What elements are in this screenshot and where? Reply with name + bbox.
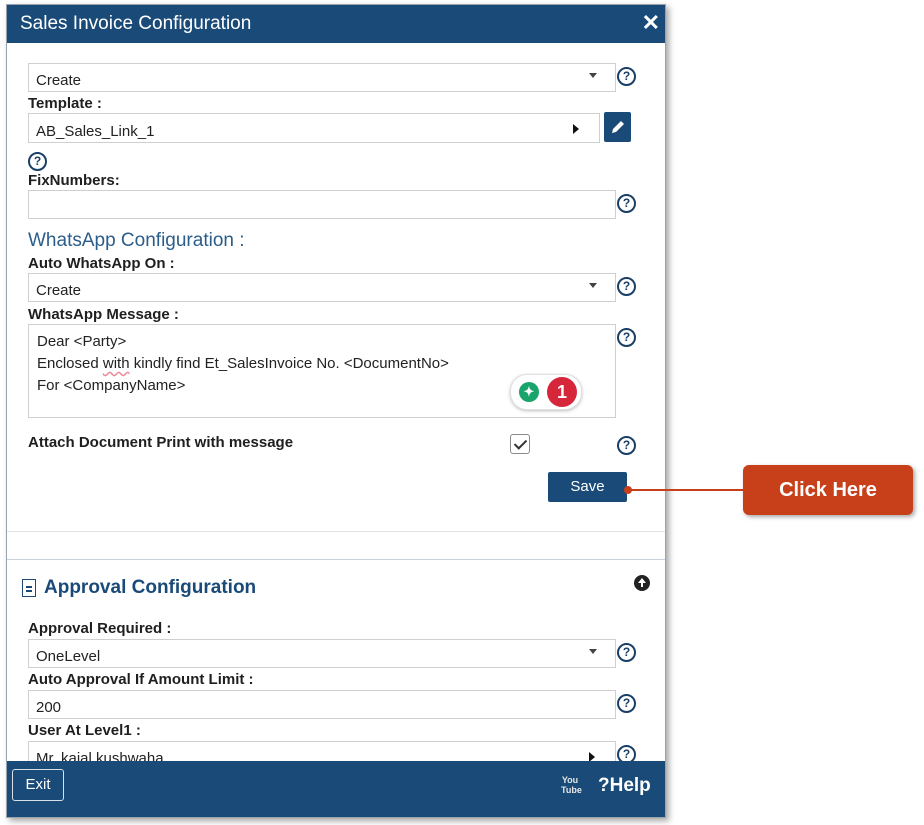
help-link[interactable]: ?Help <box>598 775 651 797</box>
amount-limit-value: 200 <box>36 699 62 716</box>
help-icon[interactable]: ? <box>617 67 636 86</box>
fixnumbers-label: FixNumbers: <box>28 172 120 189</box>
chevron-right-icon <box>573 124 579 134</box>
auto-whatsapp-label: Auto WhatsApp On : <box>28 255 175 272</box>
auto-whatsapp-dropdown[interactable]: Create <box>28 273 616 302</box>
message-line-1: Dear <Party> <box>37 333 127 350</box>
whatsapp-section-title: WhatsApp Configuration : <box>28 230 245 251</box>
template-selector[interactable]: AB_Sales_Link_1 <box>28 113 600 143</box>
spell-error-word: with <box>102 355 130 372</box>
document-icon <box>22 579 36 597</box>
section-divider <box>7 531 665 532</box>
fixnumbers-input[interactable] <box>28 190 616 219</box>
help-icon[interactable]: ? <box>617 694 636 713</box>
help-icon[interactable]: ? <box>617 745 636 761</box>
dialog-footer: Exit You Tube ?Help <box>7 761 665 817</box>
approval-section-border <box>7 559 665 560</box>
template-label: Template : <box>28 95 102 112</box>
help-icon[interactable]: ? <box>28 152 47 171</box>
message-line-2-start: Enclosed <box>37 355 103 372</box>
edit-template-button[interactable] <box>604 112 631 142</box>
collapse-up-icon[interactable] <box>634 575 650 591</box>
approval-required-value: OneLevel <box>36 648 101 665</box>
help-icon[interactable]: ? <box>617 194 636 213</box>
callout-connector <box>624 486 743 494</box>
grammar-assistant-badge[interactable]: ✦ 1 <box>510 374 582 410</box>
grammar-issue-count: 1 <box>547 377 577 407</box>
youtube-icon[interactable]: You Tube <box>561 775 582 797</box>
dialog-titlebar: Sales Invoice Configuration ✕ <box>7 5 665 43</box>
approval-required-label: Approval Required : <box>28 620 172 637</box>
pencil-icon <box>612 121 624 133</box>
save-button[interactable]: Save <box>548 472 627 502</box>
exit-button[interactable]: Exit <box>12 769 64 801</box>
dialog-body: Create ? Template : AB_Sales_Link_1 ? Fi… <box>7 43 665 761</box>
amount-limit-input[interactable]: 200 <box>28 690 616 719</box>
dialog-title: Sales Invoice Configuration <box>20 13 252 34</box>
help-icon[interactable]: ? <box>617 643 636 662</box>
attach-document-label: Attach Document Print with message <box>28 434 294 451</box>
chevron-right-icon <box>589 752 595 761</box>
help-icon[interactable]: ? <box>617 328 636 347</box>
chevron-down-icon <box>589 283 597 288</box>
mode-dropdown[interactable]: Create <box>28 63 616 92</box>
message-line-2-end: kindly find Et_SalesInvoice No. <Documen… <box>129 355 449 372</box>
sales-invoice-configuration-dialog: Sales Invoice Configuration ✕ Create ? T… <box>6 4 666 818</box>
mode-dropdown-value: Create <box>36 72 82 89</box>
auto-whatsapp-value: Create <box>36 282 82 299</box>
whatsapp-message-label: WhatsApp Message : <box>28 306 179 323</box>
user-level1-selector[interactable]: Mr. kajal kushwaha <box>28 741 616 761</box>
amount-limit-label: Auto Approval If Amount Limit : <box>28 671 254 688</box>
chevron-down-icon <box>589 649 597 654</box>
help-icon[interactable]: ? <box>617 436 636 455</box>
help-icon[interactable]: ? <box>617 277 636 296</box>
approval-required-dropdown[interactable]: OneLevel <box>28 639 616 668</box>
user-level1-value: Mr. kajal kushwaha <box>36 750 164 761</box>
chevron-down-icon <box>589 73 597 78</box>
lightbulb-icon: ✦ <box>519 382 539 402</box>
user-level1-label: User At Level1 : <box>28 722 141 739</box>
message-line-2: Enclosed with kindly find Et_SalesInvoic… <box>37 353 607 375</box>
approval-section-title: Approval Configuration <box>44 577 257 598</box>
attach-document-checkbox[interactable] <box>510 434 530 454</box>
template-value: AB_Sales_Link_1 <box>36 123 155 140</box>
close-icon[interactable]: ✕ <box>642 10 660 36</box>
click-here-callout: Click Here <box>743 465 913 515</box>
